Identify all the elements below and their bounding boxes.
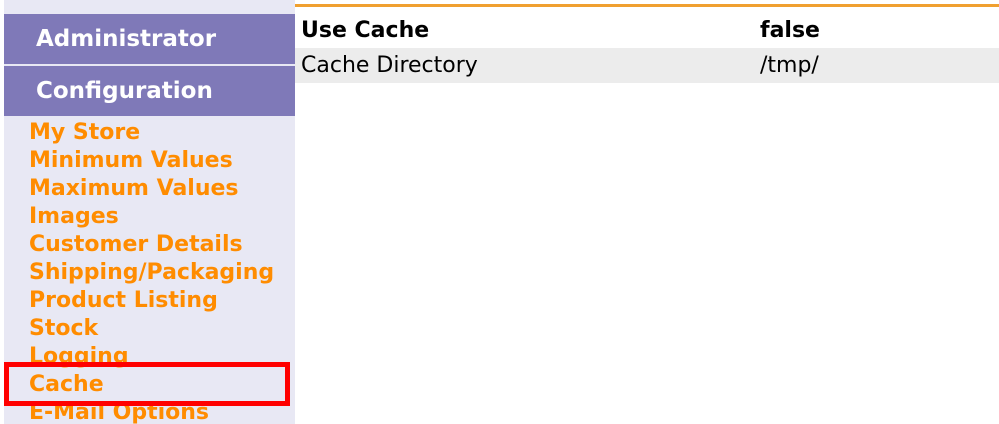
config-key: Use Cache xyxy=(301,18,430,43)
menu-item-minimum-values[interactable]: Minimum Values xyxy=(29,147,274,175)
sidebar-header-configuration[interactable]: Configuration xyxy=(4,66,295,116)
menu-item-images[interactable]: Images xyxy=(29,203,274,231)
header-accent-line xyxy=(295,4,999,7)
page: Administrator Configuration My Store Min… xyxy=(0,0,999,424)
sidebar-header-configuration-label: Configuration xyxy=(36,78,213,104)
table-row-cache-directory[interactable]: Cache Directory /tmp/ xyxy=(295,48,999,83)
menu-item-shipping-packaging[interactable]: Shipping/Packaging xyxy=(29,259,274,287)
menu-item-stock[interactable]: Stock xyxy=(29,315,274,343)
menu-item-maximum-values[interactable]: Maximum Values xyxy=(29,175,274,203)
menu-item-product-listing[interactable]: Product Listing xyxy=(29,287,274,315)
menu-item-customer-details[interactable]: Customer Details xyxy=(29,231,274,259)
config-value: /tmp/ xyxy=(760,53,819,78)
sidebar-header-administrator[interactable]: Administrator xyxy=(4,14,295,64)
table-row-use-cache[interactable]: Use Cache false xyxy=(295,13,999,48)
cache-config-table: Use Cache false Cache Directory /tmp/ xyxy=(295,13,999,83)
menu-item-my-store[interactable]: My Store xyxy=(29,119,274,147)
config-key: Cache Directory xyxy=(301,53,478,78)
config-value: false xyxy=(760,18,820,43)
sidebar-header-administrator-label: Administrator xyxy=(36,26,217,52)
selected-item-highlight xyxy=(4,362,290,406)
sidebar: Administrator Configuration My Store Min… xyxy=(4,0,295,424)
